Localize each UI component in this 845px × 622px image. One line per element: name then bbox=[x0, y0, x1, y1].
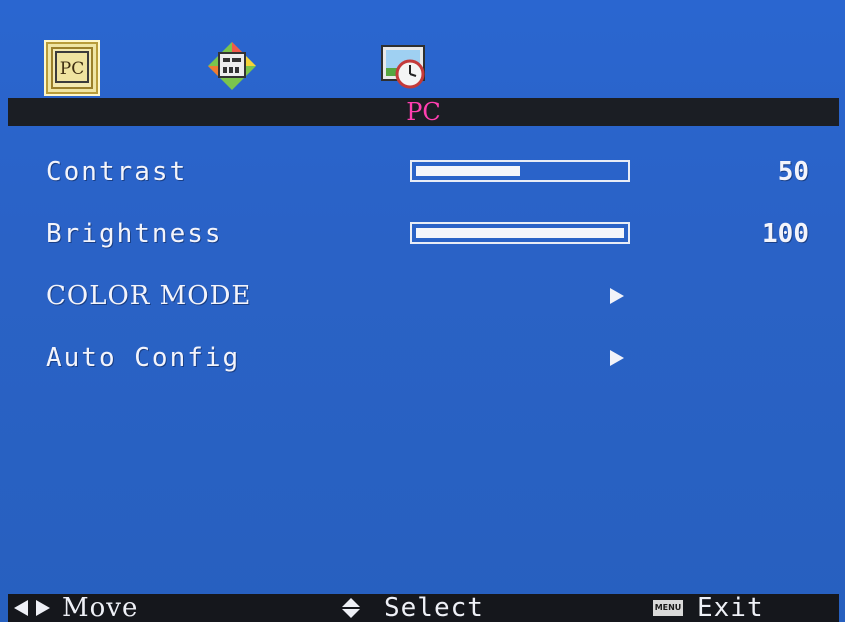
brightness-value: 100 bbox=[762, 219, 809, 249]
select-label: Select bbox=[384, 593, 484, 622]
footer-select-hint: Select bbox=[340, 594, 484, 622]
menu-item-contrast[interactable]: Contrast 50 bbox=[0, 151, 845, 193]
menu-item-color-mode[interactable]: COLOR MODE bbox=[0, 275, 845, 317]
left-right-arrows-icon bbox=[14, 600, 50, 616]
move-label: Move bbox=[62, 593, 139, 622]
contrast-slider[interactable] bbox=[410, 160, 630, 182]
pc-tab-icon: PC bbox=[51, 47, 93, 89]
brightness-slider-fill bbox=[416, 228, 624, 238]
brightness-slider[interactable] bbox=[410, 222, 630, 244]
exit-label: Exit bbox=[697, 593, 764, 622]
menu-item-label: Contrast bbox=[46, 157, 188, 187]
menu-item-label: Brightness bbox=[46, 219, 223, 249]
submenu-arrow-icon bbox=[610, 288, 624, 304]
tab-pc[interactable]: PC bbox=[44, 40, 100, 96]
footer-move-hint: Move bbox=[12, 594, 138, 622]
submenu-arrow-icon bbox=[610, 350, 624, 366]
menu-item-auto-config[interactable]: Auto Config bbox=[0, 337, 845, 379]
page-title: PC bbox=[406, 98, 441, 126]
menu-title-bar: PC bbox=[8, 98, 839, 126]
tab-bar: PC bbox=[0, 0, 845, 98]
osd-screen: PC PC Contrast 50 Brightness 100 COLOR M… bbox=[0, 0, 845, 622]
contrast-value: 50 bbox=[777, 157, 809, 187]
svg-text:PC: PC bbox=[60, 59, 84, 79]
menu-key-icon: MENU bbox=[653, 600, 683, 616]
menu-item-brightness[interactable]: Brightness 100 bbox=[0, 213, 845, 255]
contrast-slider-fill bbox=[416, 166, 520, 176]
menu-item-label: COLOR MODE bbox=[46, 281, 252, 311]
up-down-arrows-icon bbox=[342, 598, 360, 618]
image-adjust-tab-icon bbox=[208, 42, 256, 90]
tab-image[interactable] bbox=[206, 40, 258, 92]
footer-exit-hint: MENU Exit bbox=[653, 594, 764, 622]
tab-timer[interactable] bbox=[378, 40, 430, 92]
footer-hint-bar: Move Select MENU Exit bbox=[8, 594, 839, 622]
menu-item-label: Auto Config bbox=[46, 343, 241, 373]
clock-timer-tab-icon bbox=[381, 45, 425, 89]
